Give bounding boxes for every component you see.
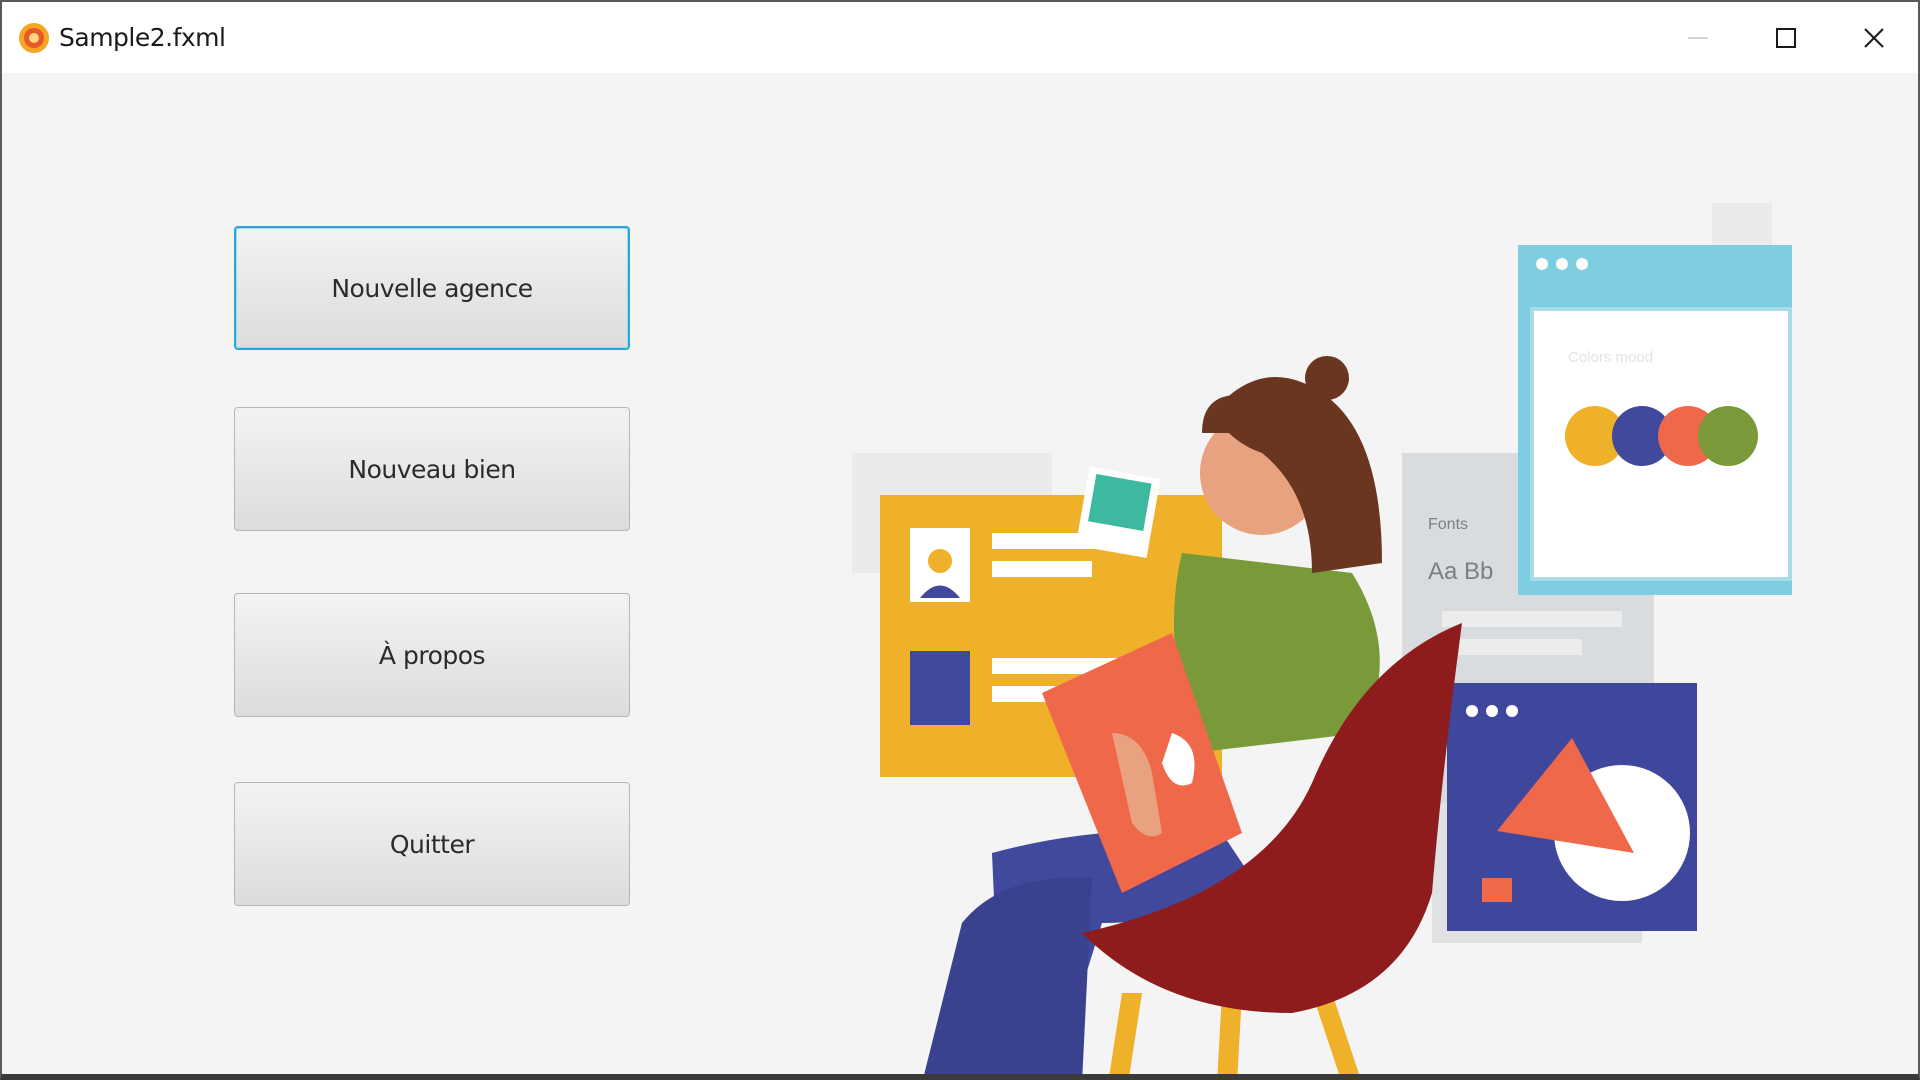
palette-swatch <box>1698 406 1758 466</box>
maximize-button[interactable] <box>1742 2 1830 73</box>
close-icon <box>1864 27 1884 48</box>
minimize-button[interactable] <box>1654 2 1742 73</box>
main-content: Nouvelle agence Nouveau bien À propos Qu… <box>2 73 1918 1074</box>
app-window: Sample2.fxml Nouvelle agence Nouveau bie… <box>0 0 1920 1080</box>
quitter-button[interactable]: Quitter <box>234 782 630 906</box>
close-button[interactable] <box>1830 2 1918 73</box>
designer-illustration: Fonts Aa Bb Colors mood <box>852 203 1792 1074</box>
nouveau-bien-button[interactable]: Nouveau bien <box>234 407 630 531</box>
window-title: Sample2.fxml <box>59 23 226 52</box>
colors-card: Colors mood <box>1518 245 1792 595</box>
nouvelle-agence-button[interactable]: Nouvelle agence <box>234 226 630 350</box>
fonts-card-sample: Aa Bb <box>1428 558 1493 585</box>
title-bar[interactable]: Sample2.fxml <box>2 2 1918 73</box>
maximize-icon <box>1776 27 1796 48</box>
minimize-icon <box>1688 36 1708 39</box>
colors-card-title: Colors mood <box>1568 349 1653 366</box>
shapes-card <box>1432 683 1697 943</box>
app-logo-icon <box>19 22 49 53</box>
fonts-card-title: Fonts <box>1428 516 1468 533</box>
a-propos-button[interactable]: À propos <box>234 593 630 717</box>
